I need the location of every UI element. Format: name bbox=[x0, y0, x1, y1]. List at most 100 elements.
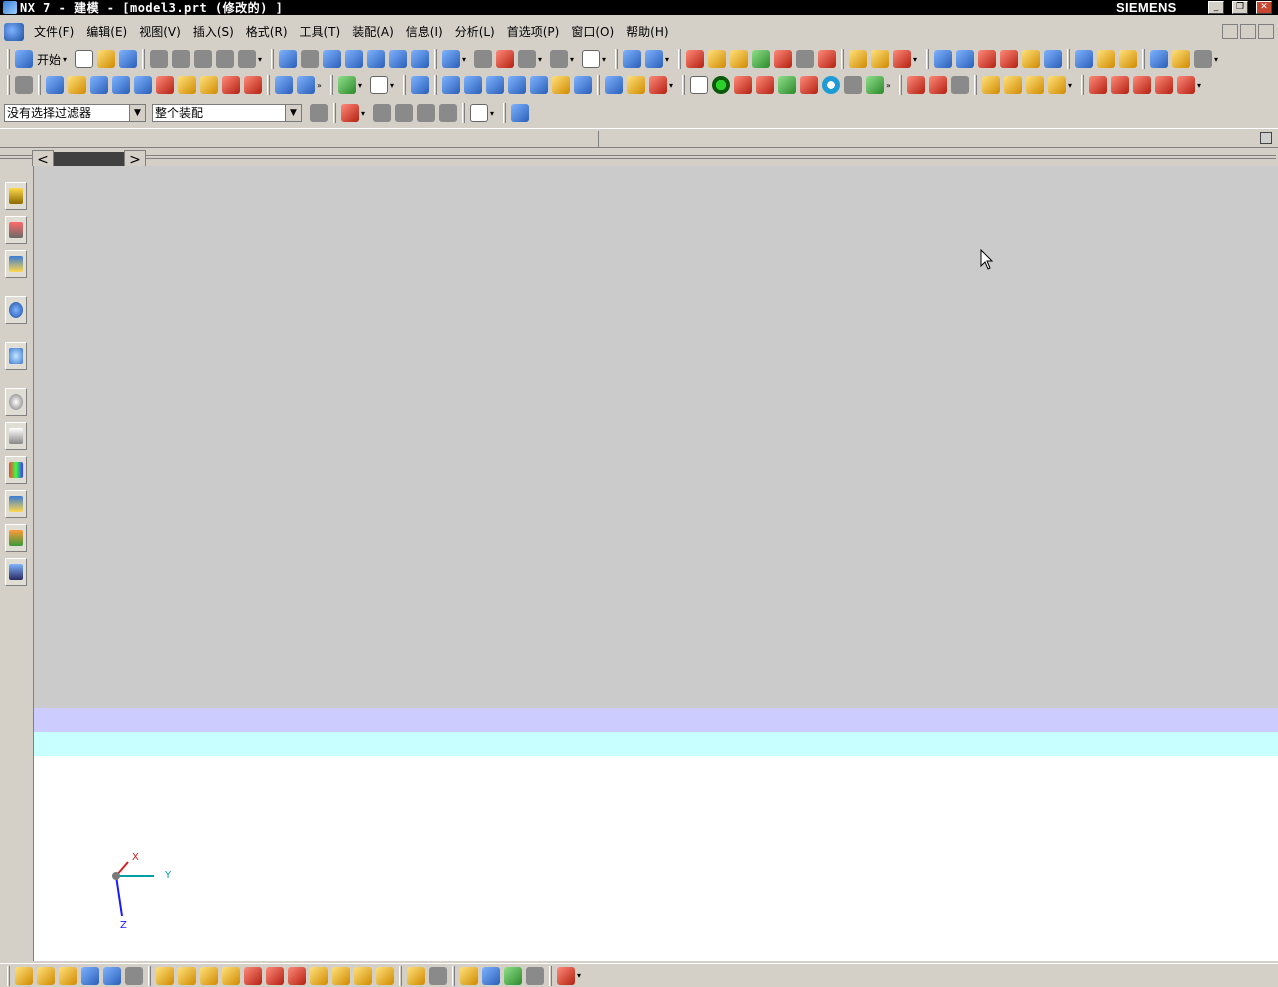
ring-icon[interactable] bbox=[822, 76, 840, 94]
curve-bridge-icon[interactable] bbox=[1004, 76, 1022, 94]
start-button[interactable]: 开始 bbox=[37, 51, 61, 68]
menu-preferences[interactable]: 首选项(P) bbox=[501, 22, 566, 42]
background-icon[interactable] bbox=[582, 50, 601, 68]
select-feature-icon[interactable] bbox=[439, 104, 457, 122]
mirror-assembly-icon[interactable] bbox=[310, 966, 328, 985]
doc-restore-button[interactable] bbox=[1240, 24, 1256, 39]
toolbar-grip[interactable] bbox=[7, 49, 10, 69]
resource-process-studio[interactable] bbox=[5, 456, 27, 484]
resource-part-navigator[interactable] bbox=[5, 250, 27, 278]
surface-5-icon[interactable] bbox=[1022, 50, 1041, 68]
close-button[interactable]: ✕ bbox=[1256, 1, 1272, 14]
new-file-icon[interactable] bbox=[75, 50, 94, 68]
curve-project-icon[interactable] bbox=[1026, 76, 1044, 94]
menu-edit[interactable]: 编辑(E) bbox=[80, 22, 133, 42]
offset-face-icon[interactable] bbox=[508, 76, 526, 94]
menu-info[interactable]: 信息(I) bbox=[400, 22, 449, 42]
resource-reuse-library[interactable] bbox=[5, 296, 27, 324]
chevron-down-icon[interactable]: ▼ bbox=[285, 105, 301, 121]
snap-mid-icon[interactable] bbox=[730, 50, 749, 68]
constraint-icon[interactable] bbox=[1119, 50, 1138, 68]
hole-icon[interactable] bbox=[156, 76, 174, 94]
open-folder-icon[interactable] bbox=[97, 50, 116, 68]
replace-component-icon[interactable] bbox=[103, 966, 121, 985]
hidden-edge-icon[interactable] bbox=[518, 50, 537, 68]
curve-line-icon[interactable] bbox=[929, 76, 947, 94]
make-workpart-icon[interactable] bbox=[460, 966, 478, 985]
resource-manufacturing-wizard[interactable] bbox=[5, 490, 27, 518]
clearance-icon[interactable] bbox=[244, 966, 262, 985]
snap-quadrant-icon[interactable] bbox=[818, 50, 837, 68]
select-body-icon[interactable] bbox=[511, 104, 529, 122]
assembly-navigator-icon[interactable] bbox=[526, 966, 544, 985]
trim-body-icon[interactable] bbox=[530, 76, 548, 94]
interpart-link-icon[interactable] bbox=[178, 966, 196, 985]
new-component-icon[interactable] bbox=[37, 966, 55, 985]
part-icon[interactable] bbox=[1150, 50, 1169, 68]
rectangle-select-icon[interactable] bbox=[470, 104, 488, 122]
gear-red-icon[interactable] bbox=[734, 76, 752, 94]
wave-link-icon[interactable] bbox=[156, 966, 174, 985]
color-icon[interactable] bbox=[1172, 50, 1191, 68]
menu-analysis[interactable]: 分析(L) bbox=[449, 22, 501, 42]
shade-icon[interactable] bbox=[474, 50, 493, 68]
shell-icon[interactable] bbox=[464, 76, 482, 94]
cone-icon[interactable] bbox=[866, 76, 884, 94]
pocket-icon[interactable] bbox=[200, 76, 218, 94]
split-body-icon[interactable] bbox=[552, 76, 570, 94]
select-edge-icon[interactable] bbox=[417, 104, 435, 122]
chevron-down-icon[interactable]: ▼ bbox=[129, 105, 145, 121]
edit-object-icon[interactable] bbox=[1194, 50, 1213, 68]
sketch-profile-icon[interactable] bbox=[690, 76, 708, 94]
fit-view-icon[interactable] bbox=[279, 50, 298, 68]
wcs-orient-icon[interactable] bbox=[645, 50, 664, 68]
cylinder-icon[interactable] bbox=[297, 76, 315, 94]
snap-end-icon[interactable] bbox=[708, 50, 727, 68]
minimize-button[interactable]: _ bbox=[1208, 1, 1224, 14]
cube-view-icon[interactable] bbox=[442, 50, 461, 68]
surface-3-icon[interactable] bbox=[978, 50, 997, 68]
copy-icon[interactable] bbox=[172, 50, 191, 68]
edit-curve-icon[interactable] bbox=[1089, 76, 1107, 94]
curve-offset-icon[interactable] bbox=[982, 76, 1000, 94]
reference-set-icon[interactable] bbox=[407, 966, 425, 985]
maximize-graphics-icon[interactable] bbox=[1260, 132, 1272, 144]
zoom-icon[interactable] bbox=[323, 50, 342, 68]
make-displayed-icon[interactable] bbox=[482, 966, 500, 985]
divide-curve-icon[interactable] bbox=[1111, 76, 1129, 94]
redo-icon[interactable] bbox=[238, 50, 257, 68]
menu-view[interactable]: 视图(V) bbox=[133, 22, 187, 42]
snap-center-icon[interactable] bbox=[796, 50, 815, 68]
menu-window[interactable]: 窗口(O) bbox=[565, 22, 620, 42]
component-group-icon[interactable] bbox=[429, 966, 447, 985]
cut-icon[interactable] bbox=[150, 50, 169, 68]
surface-2-icon[interactable] bbox=[956, 50, 975, 68]
curve-trim-icon[interactable] bbox=[1048, 76, 1066, 94]
assembly-options-icon[interactable] bbox=[557, 966, 575, 985]
mate-component-icon[interactable] bbox=[59, 966, 77, 985]
curve-point-icon[interactable] bbox=[907, 76, 925, 94]
menu-assembly[interactable]: 装配(A) bbox=[346, 22, 400, 42]
slot-icon[interactable] bbox=[222, 76, 240, 94]
torus-icon[interactable] bbox=[800, 76, 818, 94]
zoom-box-icon[interactable] bbox=[301, 50, 320, 68]
more-icon[interactable]: » bbox=[317, 81, 325, 90]
sew-icon[interactable] bbox=[574, 76, 592, 94]
move-component-icon[interactable] bbox=[266, 966, 284, 985]
boss-icon[interactable] bbox=[178, 76, 196, 94]
render-style-icon[interactable] bbox=[411, 50, 430, 68]
restore-button[interactable]: ❐ bbox=[1232, 1, 1248, 14]
sketch-icon[interactable] bbox=[370, 76, 388, 94]
pattern-icon[interactable] bbox=[605, 76, 623, 94]
wcs-icon[interactable] bbox=[623, 50, 642, 68]
menu-help[interactable]: 帮助(H) bbox=[620, 22, 674, 42]
unite-icon[interactable] bbox=[275, 76, 293, 94]
assembly-constraint-icon[interactable] bbox=[288, 966, 306, 985]
assembly-cut-icon[interactable] bbox=[332, 966, 350, 985]
explode-icon[interactable] bbox=[200, 966, 218, 985]
measure-angle-icon[interactable] bbox=[871, 50, 890, 68]
resource-system-scene[interactable] bbox=[5, 558, 27, 586]
menu-insert[interactable]: 插入(S) bbox=[187, 22, 240, 42]
sweep-icon[interactable] bbox=[90, 76, 108, 94]
doc-minimize-button[interactable] bbox=[1222, 24, 1238, 39]
